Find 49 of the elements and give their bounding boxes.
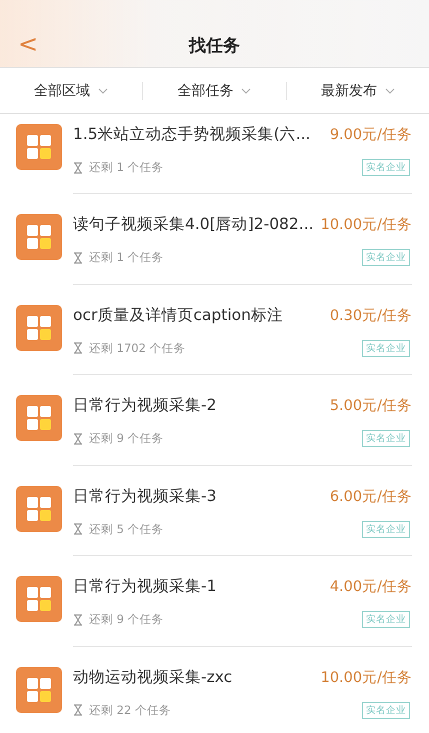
verified-tag: 实名企业 [362,430,410,447]
task-title[interactable]: 读句子视频采集4.0[唇动]2-082... [73,214,314,235]
grid-icon [16,666,62,712]
remaining-count: 还剩 1702 个任务 [89,340,186,356]
remaining-count: 还剩 1 个任务 [89,250,164,265]
grid-icon [16,124,62,170]
verified-tag: 实名企业 [362,249,410,266]
verified-tag: 实名企业 [362,340,410,356]
remaining-count: 还剩 22 个任务 [89,702,171,718]
hourglass-icon [73,252,83,264]
task-title[interactable]: 日常行为视频采集-3 [73,486,216,506]
hourglass-icon [73,704,83,716]
task-price: 10.00元/任务 [320,668,412,686]
grid-icon [16,214,62,260]
grid-icon [16,304,62,350]
task-price: 6.00元/任务 [330,488,412,506]
hourglass-icon [73,523,83,535]
chevron-down-icon [98,88,108,94]
grid-icon [16,576,62,622]
remaining-count: 还剩 9 个任务 [89,612,164,627]
task-price: 10.00元/任务 [320,216,412,234]
hourglass-icon [73,432,83,444]
task-title[interactable]: 日常行为视频采集-2 [73,395,216,416]
hourglass-icon [73,614,83,626]
task-title[interactable]: 1.5米站立动态手势视频采集(六... [73,124,310,145]
page-title: 找任务 [189,35,240,57]
grid-icon [16,395,62,441]
task-title[interactable]: ocr质量及详情页caption标注 [73,304,283,326]
task-price: 9.00元/任务 [330,126,412,144]
verified-tag: 实名企业 [362,159,410,176]
remaining-count: 还剩 5 个任务 [89,522,164,536]
filter-dropdown[interactable]: 最新发布 [286,82,429,100]
task-title[interactable]: 动物运动视频采集-zxc [73,666,232,688]
filter-dropdown[interactable]: 全部区域 [0,82,142,100]
grid-icon [16,486,62,532]
task-price: 4.00元/任务 [330,578,412,596]
chevron-down-icon [384,88,395,94]
verified-tag: 实名企业 [362,611,410,628]
chevron-down-icon [241,88,252,94]
hourglass-icon [73,162,83,174]
task-price: 0.30元/任务 [330,306,412,324]
verified-tag: 实名企业 [362,702,410,718]
remaining-count: 还剩 9 个任务 [89,431,164,446]
remaining-count: 还剩 1 个任务 [89,160,164,175]
task-price: 5.00元/任务 [330,397,412,415]
verified-tag: 实名企业 [362,520,410,538]
hourglass-icon [73,342,83,354]
filter-dropdown[interactable]: 全部任务 [142,82,286,100]
task-title[interactable]: 日常行为视频采集-1 [73,576,216,597]
